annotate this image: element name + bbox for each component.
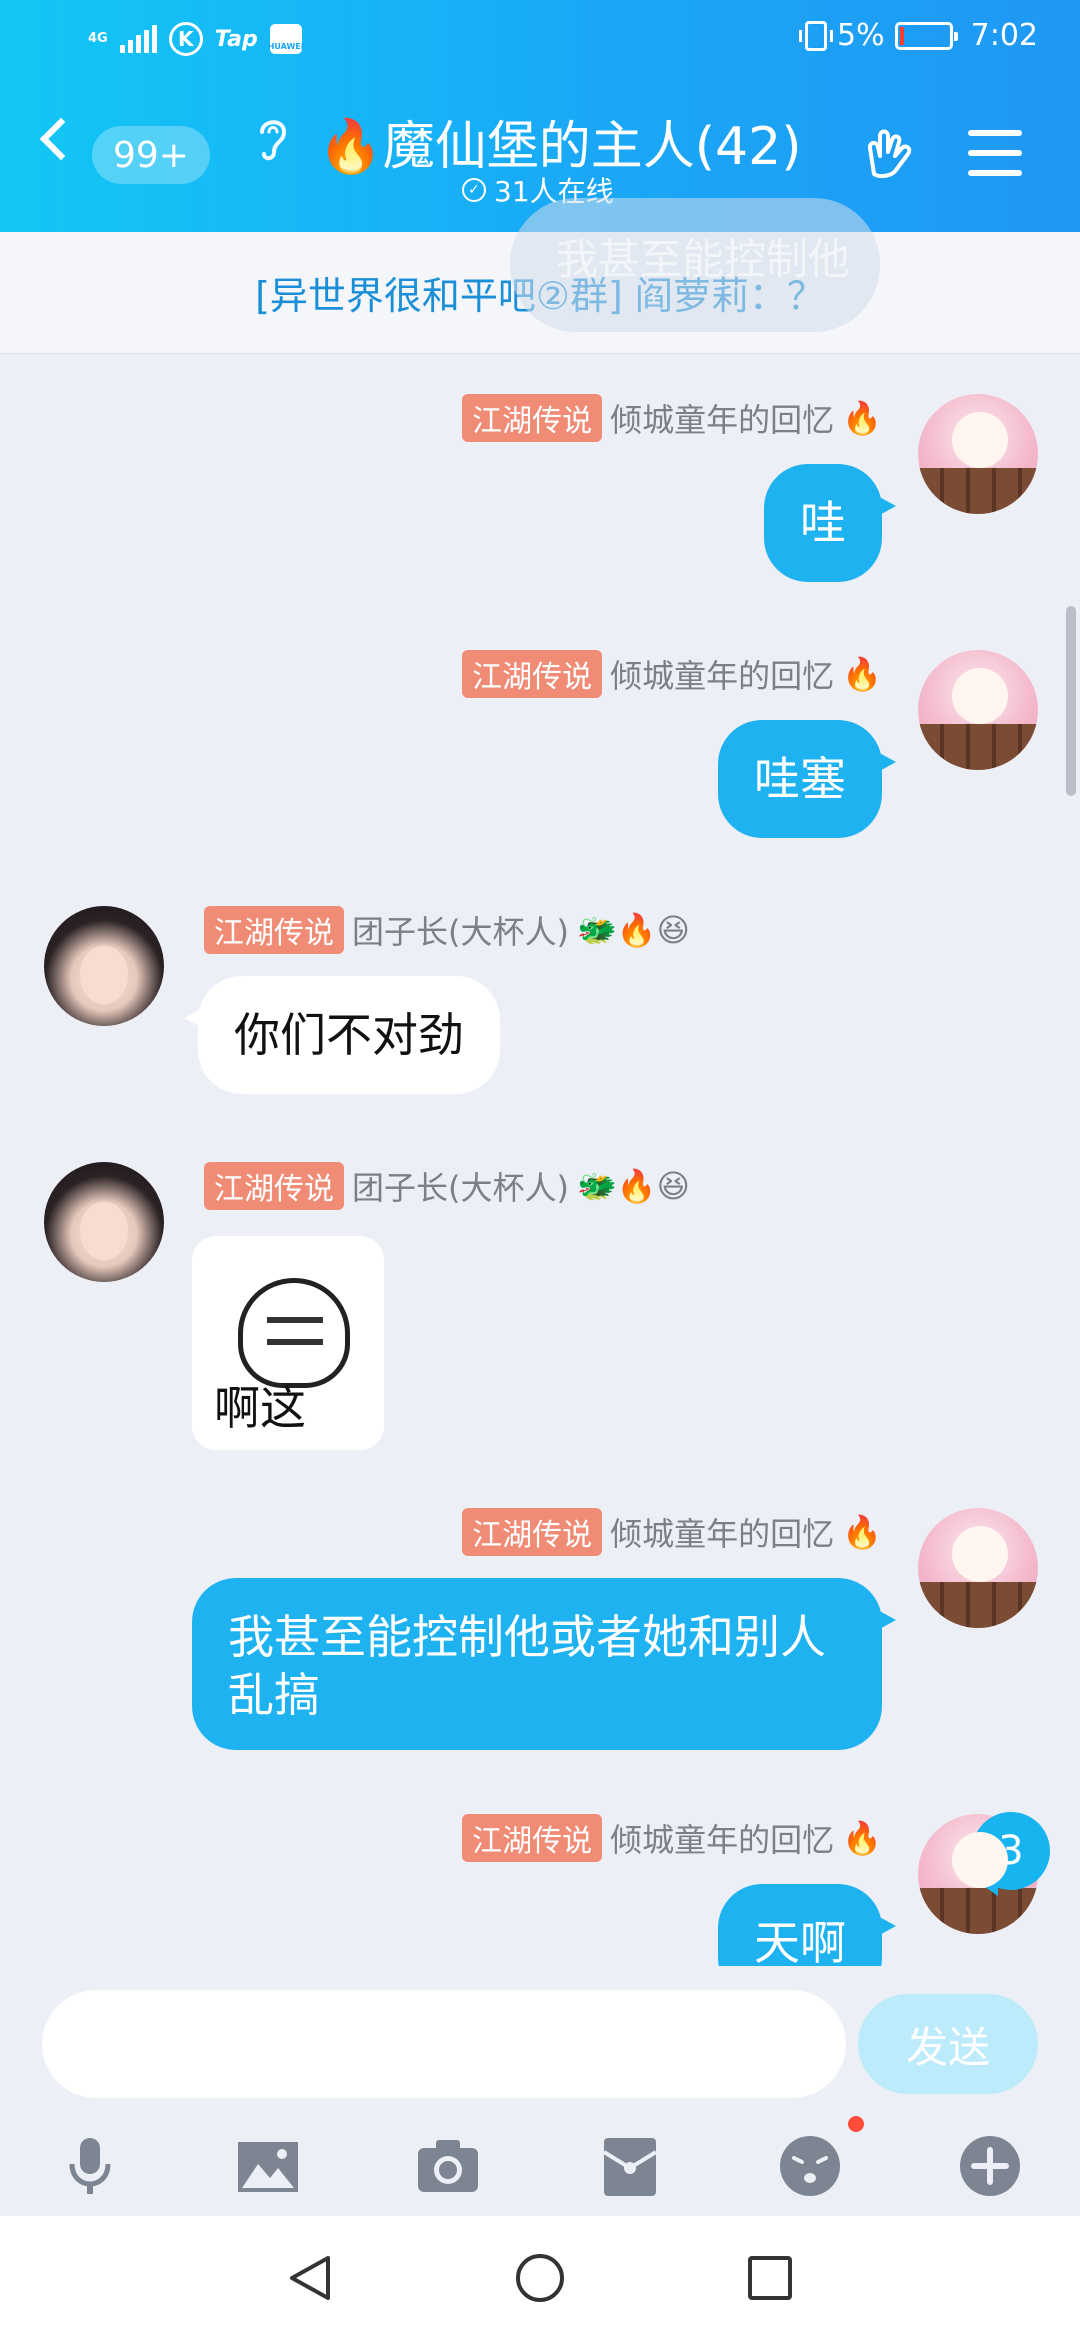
back-arrow-icon[interactable] <box>39 117 83 161</box>
title-tag: 江湖传说 <box>462 650 603 698</box>
message-row: 江湖传说 倾城童年的回忆 🔥 哇 <box>0 354 1080 604</box>
emoji-notification-dot <box>848 2116 864 2132</box>
menu-icon[interactable] <box>968 130 1022 190</box>
battery-icon <box>894 21 958 50</box>
nav-back-icon[interactable] <box>284 2252 336 2308</box>
fire-badge-icon: 🔥 <box>842 655 882 693</box>
sender-name[interactable]: 倾城童年的回忆 <box>610 1815 834 1861</box>
title-tag: 江湖传说 <box>462 1508 603 1556</box>
input-area: 发送 <box>0 1966 1080 2216</box>
message-input[interactable] <box>42 1990 846 2098</box>
online-check-icon: ✓ <box>462 178 486 202</box>
title-tag: 江湖传说 <box>204 906 344 954</box>
fire-badge-icon: 🔥 <box>842 1819 882 1857</box>
message-bubble[interactable]: 哇 <box>764 464 896 582</box>
sender-line: 江湖传说 团子长(大杯人) 🐲🔥😆 <box>204 1162 690 1210</box>
fire-badge-icon: 🔥 <box>842 399 882 437</box>
sender-name[interactable]: 倾城童年的回忆 <box>610 651 834 697</box>
sticker-image[interactable]: 啊这 <box>192 1236 384 1450</box>
title-tag: 江湖传说 <box>462 394 603 442</box>
message-row: 江湖传说 团子长(大杯人) 🐲🔥😆 啊这 <box>0 1122 1080 1462</box>
nav-recents-icon[interactable] <box>744 2252 796 2308</box>
avatar[interactable] <box>918 650 1038 770</box>
microphone-icon[interactable] <box>58 2134 122 2198</box>
avatar[interactable] <box>44 1162 164 1282</box>
message-row: 江湖传说 团子长(大杯人) 🐲🔥😆 你们不对劲 <box>0 866 1080 1116</box>
sender-line: 江湖传说 团子长(大杯人) 🐲🔥😆 <box>204 906 690 954</box>
nav-home-icon[interactable] <box>514 2252 566 2308</box>
group-title: 🔥魔仙堡的主人(42) <box>318 117 802 177</box>
message-row: 江湖传说 倾城童年的回忆 🔥 天啊 <box>0 1774 1080 1966</box>
emoji-icon[interactable] <box>778 2134 842 2198</box>
sender-name[interactable]: 团子长(大杯人) <box>352 907 569 953</box>
badge-icons: 🐲🔥😆 <box>576 1167 691 1205</box>
badge-icons: 🐲🔥😆 <box>576 911 691 949</box>
message-bubble[interactable]: 你们不对劲 <box>184 976 500 1094</box>
sender-name[interactable]: 倾城童年的回忆 <box>610 1509 834 1555</box>
chat-header: 4G K Tap HUAWEI 5% 7:02 99+ 🔥魔仙堡的主人(42) … <box>0 0 1080 232</box>
send-button[interactable]: 发送 <box>858 1994 1038 2094</box>
red-packet-icon[interactable] <box>598 2134 662 2198</box>
message-row: 江湖传说 倾城童年的回忆 🔥 哇塞 <box>0 610 1080 860</box>
message-bubble[interactable]: 天啊 <box>718 1884 896 1966</box>
sender-line: 江湖传说 倾城童年的回忆 🔥 <box>462 1814 882 1862</box>
status-bar: 4G K Tap HUAWEI 5% 7:02 <box>0 0 1080 80</box>
avatar[interactable] <box>44 906 164 1026</box>
title-tag: 江湖传说 <box>204 1162 344 1210</box>
sender-line: 江湖传说 倾城童年的回忆 🔥 <box>462 1508 882 1556</box>
hand-gesture-icon[interactable] <box>860 124 918 182</box>
sender-name[interactable]: 团子长(大杯人) <box>352 1163 569 1209</box>
tap-app-label: Tap <box>214 26 258 52</box>
message-row: 江湖传说 倾城童年的回忆 🔥 我甚至能控制他或者她和别人乱搞 <box>0 1468 1080 1768</box>
huawei-app-icon: HUAWEI <box>268 24 304 54</box>
k-app-icon: K <box>168 22 203 56</box>
title-tag: 江湖传说 <box>462 1814 603 1862</box>
vibrate-icon <box>799 20 834 51</box>
sender-line: 江湖传说 倾城童年的回忆 🔥 <box>462 394 882 442</box>
sticker-caption: 啊这 <box>214 1381 306 1435</box>
message-list[interactable]: 江湖传说 倾城童年的回忆 🔥 哇 江湖传说 倾城童年的回忆 🔥 哇塞 江湖传说 … <box>0 354 1080 1966</box>
image-icon[interactable] <box>236 2134 300 2198</box>
floating-ghost-bubble: 我甚至能控制他 <box>510 198 880 332</box>
sender-line: 江湖传说 倾城童年的回忆 🔥 <box>462 650 882 698</box>
sender-name[interactable]: 倾城童年的回忆 <box>610 395 834 441</box>
clock: 7:02 <box>970 18 1038 53</box>
signal-icon <box>119 25 157 53</box>
avatar[interactable] <box>918 1508 1038 1628</box>
battery-percent: 5% <box>837 18 885 53</box>
system-nav-bar <box>0 2216 1080 2340</box>
network-type: 4G <box>88 31 108 46</box>
camera-icon[interactable] <box>416 2134 480 2198</box>
fire-badge-icon: 🔥 <box>842 1513 882 1551</box>
input-toolbar <box>0 2116 1080 2216</box>
avatar[interactable] <box>918 394 1038 514</box>
message-bubble[interactable]: 哇塞 <box>718 720 896 838</box>
unread-count-badge[interactable]: 99+ <box>92 126 210 184</box>
earpiece-mode-icon[interactable] <box>252 114 292 175</box>
scrollbar[interactable] <box>1066 606 1076 796</box>
plus-icon[interactable] <box>958 2134 1022 2198</box>
message-bubble[interactable]: 我甚至能控制他或者她和别人乱搞 <box>192 1578 896 1750</box>
